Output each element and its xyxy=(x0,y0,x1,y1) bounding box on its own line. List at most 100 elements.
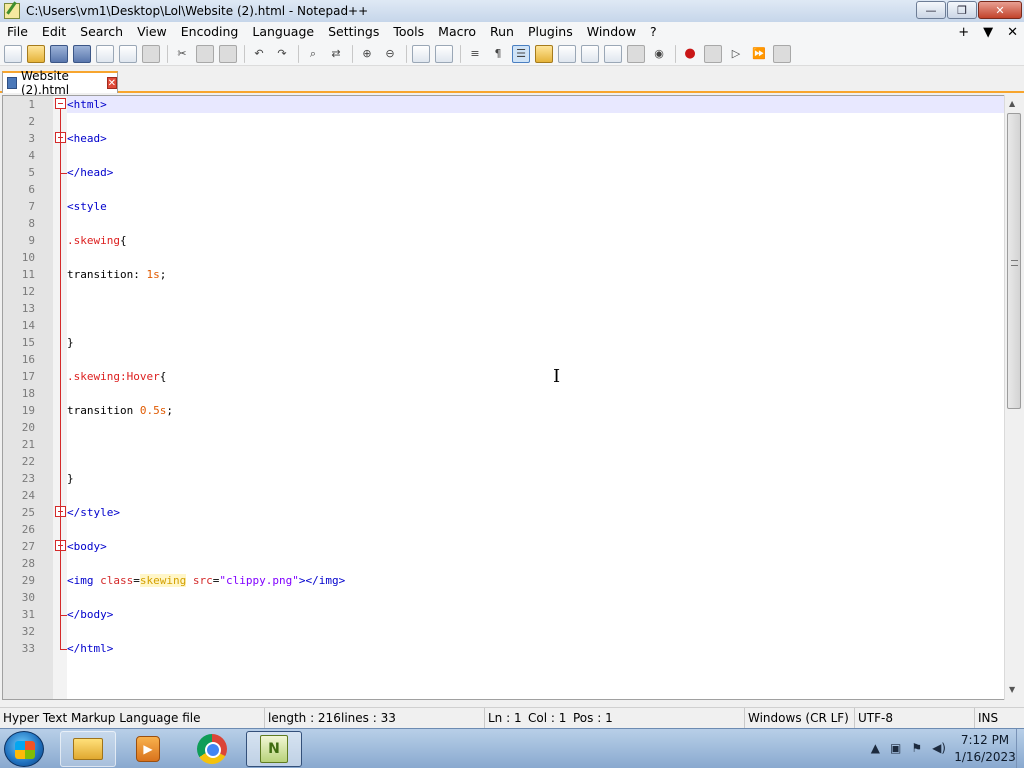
code-line[interactable]: 17 .skewing:Hover{ xyxy=(3,368,1003,385)
clock[interactable]: 7:12 PM 1/16/2023 xyxy=(950,732,1020,766)
code-line[interactable]: 1 <html> xyxy=(3,96,1003,113)
close-document-icon[interactable]: ✕ xyxy=(1007,25,1018,40)
code-line[interactable]: 18 xyxy=(3,385,1003,402)
save-all-icon[interactable] xyxy=(73,44,91,63)
menu-language[interactable]: Language xyxy=(245,22,321,42)
menu-search[interactable]: Search xyxy=(73,22,130,42)
menu-tools[interactable]: Tools xyxy=(386,22,431,42)
start-button[interactable] xyxy=(4,731,44,767)
maximize-button[interactable]: ❐ xyxy=(947,1,977,19)
code-line[interactable]: 32 xyxy=(3,623,1003,640)
save-icon[interactable] xyxy=(50,44,68,63)
new-file-icon[interactable] xyxy=(4,44,22,63)
code-line[interactable]: 15} xyxy=(3,334,1003,351)
code-line[interactable]: 11 transition: 1s; xyxy=(3,266,1003,283)
stop-macro-icon[interactable] xyxy=(704,44,722,63)
sync-vertical-icon[interactable] xyxy=(412,44,430,63)
menu-edit[interactable]: Edit xyxy=(35,22,73,42)
find-icon[interactable]: ⌕ xyxy=(304,45,322,63)
scrollbar-thumb[interactable] xyxy=(1007,113,1021,409)
close-button[interactable]: ✕ xyxy=(978,1,1022,19)
indent-guide-icon[interactable]: ☰ xyxy=(512,44,530,63)
code-line[interactable]: 19 transition 0.5s; xyxy=(3,402,1003,419)
menu-macro[interactable]: Macro xyxy=(431,22,483,42)
code-line[interactable]: 12 xyxy=(3,283,1003,300)
record-macro-icon[interactable]: ● xyxy=(681,45,699,63)
run-macro-multiple-icon[interactable]: ⏩ xyxy=(750,45,768,63)
fold-toggle-icon[interactable] xyxy=(55,98,66,109)
code-line[interactable]: 4 xyxy=(3,147,1003,164)
plus-icon[interactable]: + xyxy=(958,25,969,40)
taskbar-media-player[interactable]: ▶ xyxy=(120,731,176,767)
code-line[interactable]: 31 </body> xyxy=(3,606,1003,623)
code-line[interactable]: 13 xyxy=(3,300,1003,317)
minimize-button[interactable]: — xyxy=(916,1,946,19)
code-line[interactable]: 8 xyxy=(3,215,1003,232)
menu-encoding[interactable]: Encoding xyxy=(174,22,246,42)
code-line[interactable]: 28 xyxy=(3,555,1003,572)
menu-help[interactable]: ? xyxy=(643,22,664,42)
document-map-icon[interactable] xyxy=(558,44,576,63)
code-line[interactable]: 20 xyxy=(3,419,1003,436)
menu-plugins[interactable]: Plugins xyxy=(521,22,580,42)
chevron-down-icon[interactable]: ▼ xyxy=(983,25,993,40)
copy-icon[interactable] xyxy=(196,44,214,63)
code-line[interactable]: 27 <body> xyxy=(3,538,1003,555)
volume-icon[interactable]: ◀) xyxy=(932,741,946,755)
code-line[interactable]: 10 xyxy=(3,249,1003,266)
cut-icon[interactable]: ✂ xyxy=(173,45,191,63)
replace-icon[interactable]: ⇄ xyxy=(327,45,345,63)
action-center-icon[interactable]: ⚑ xyxy=(911,741,922,755)
sync-horizontal-icon[interactable] xyxy=(435,44,453,63)
code-line[interactable]: 14 xyxy=(3,317,1003,334)
paste-icon[interactable] xyxy=(219,44,237,63)
redo-icon[interactable]: ↷ xyxy=(273,45,291,63)
title-bar[interactable]: C:\Users\vm1\Desktop\Lol\Website (2).htm… xyxy=(0,0,1024,22)
code-editor[interactable]: 1 <html> 2 3 <head> 4 5 </head> 6 7 <style 8 9 .skewi… xyxy=(2,95,1006,700)
code-line[interactable]: 25 </style> xyxy=(3,504,1003,521)
taskbar-notepadpp[interactable]: N xyxy=(246,731,302,767)
eye-icon[interactable]: ◉ xyxy=(650,45,668,63)
play-macro-icon[interactable]: ▷ xyxy=(727,45,745,63)
print-icon[interactable] xyxy=(142,44,160,63)
menu-settings[interactable]: Settings xyxy=(321,22,386,42)
folder-workspace-icon[interactable] xyxy=(604,44,622,63)
taskbar-chrome[interactable] xyxy=(184,731,240,767)
code-line[interactable]: 7 <style xyxy=(3,198,1003,215)
taskbar-explorer[interactable] xyxy=(60,731,116,767)
code-line[interactable]: 26 xyxy=(3,521,1003,538)
monitoring-icon[interactable] xyxy=(627,44,645,63)
save-macro-icon[interactable] xyxy=(773,44,791,63)
network-icon[interactable]: ▣ xyxy=(890,741,901,755)
code-line[interactable]: 24 xyxy=(3,487,1003,504)
function-list-icon[interactable] xyxy=(581,44,599,63)
tab-website-html[interactable]: Website (2).html ✕ xyxy=(2,69,118,97)
code-line[interactable]: 9 .skewing{ xyxy=(3,232,1003,249)
tab-close-icon[interactable]: ✕ xyxy=(106,77,117,89)
word-wrap-icon[interactable]: ≡ xyxy=(466,45,484,63)
code-line[interactable]: 23} xyxy=(3,470,1003,487)
code-line[interactable]: 2 xyxy=(3,113,1003,130)
menu-run[interactable]: Run xyxy=(483,22,521,42)
zoom-in-icon[interactable]: ⊕ xyxy=(358,45,376,63)
code-line[interactable]: 22 xyxy=(3,453,1003,470)
show-desktop-button[interactable] xyxy=(1016,729,1024,768)
code-line[interactable]: 16 xyxy=(3,351,1003,368)
code-line[interactable]: 30 xyxy=(3,589,1003,606)
show-all-chars-icon[interactable]: ¶ xyxy=(489,45,507,63)
undo-icon[interactable]: ↶ xyxy=(250,45,268,63)
open-file-icon[interactable] xyxy=(27,44,45,63)
menu-view[interactable]: View xyxy=(130,22,174,42)
menu-window[interactable]: Window xyxy=(580,22,643,42)
code-line[interactable]: 33 </html> xyxy=(3,640,1003,657)
vertical-scrollbar[interactable]: ▲ ▼ xyxy=(1004,95,1022,700)
language-icon[interactable] xyxy=(535,44,553,63)
tray-expand-icon[interactable]: ▲ xyxy=(871,741,880,755)
code-line[interactable]: 21 xyxy=(3,436,1003,453)
close-all-icon[interactable] xyxy=(119,44,137,63)
zoom-out-icon[interactable]: ⊖ xyxy=(381,45,399,63)
close-icon[interactable] xyxy=(96,44,114,63)
code-line[interactable]: 29 <img class=skewing src="clippy.png"></… xyxy=(3,572,1003,589)
code-line[interactable]: 5 </head> xyxy=(3,164,1003,181)
code-line[interactable]: 6 xyxy=(3,181,1003,198)
